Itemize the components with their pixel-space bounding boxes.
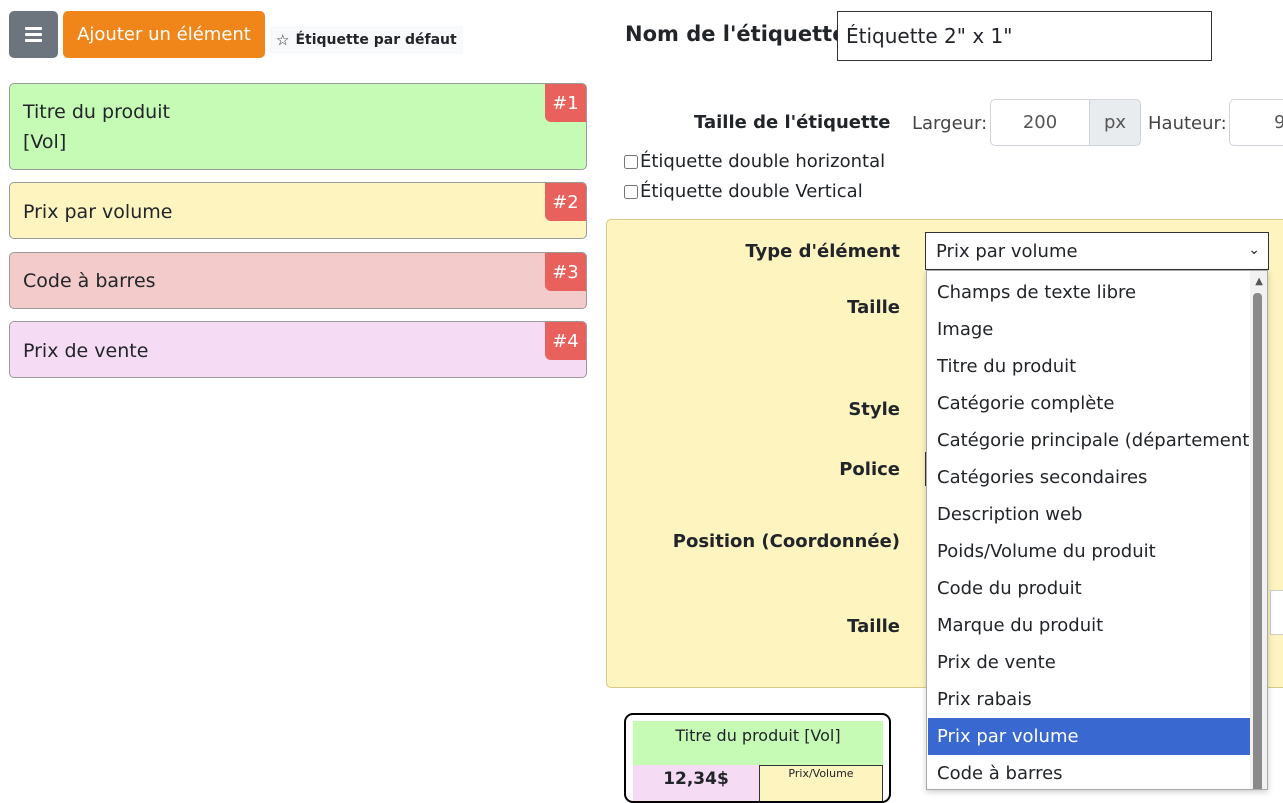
- dropdown-option[interactable]: Catégorie principale (département): [928, 422, 1256, 459]
- dropdown-option[interactable]: Prix rabais: [928, 681, 1250, 718]
- style-label: Style: [848, 399, 900, 420]
- double-vertical-option[interactable]: Étiquette double Vertical: [624, 181, 863, 202]
- double-horizontal-label: Étiquette double horizontal: [640, 151, 886, 172]
- position-label: Position (Coordonnée): [672, 531, 900, 552]
- default-label-button[interactable]: ☆ Étiquette par défaut: [270, 26, 463, 54]
- double-vertical-label: Étiquette double Vertical: [640, 181, 863, 202]
- dropdown-option[interactable]: Catégorie complète: [928, 385, 1250, 422]
- scrollbar-thumb[interactable]: [1253, 293, 1262, 789]
- size2-label: Taille: [847, 616, 900, 637]
- default-label-text: Étiquette par défaut: [295, 32, 457, 48]
- position-input[interactable]: [1270, 590, 1283, 635]
- element-card-1[interactable]: Titre du produit [Vol] #1: [9, 83, 587, 170]
- element-card-title: Titre du produit: [23, 101, 170, 123]
- dropdown-option[interactable]: Titre du produit: [928, 348, 1250, 385]
- width-unit-addon: px: [1089, 99, 1141, 146]
- dropdown-option[interactable]: Prix de vente: [928, 644, 1250, 681]
- element-card-subtitle: [Vol]: [23, 131, 67, 153]
- dropdown-option[interactable]: Prix par volume: [928, 718, 1250, 755]
- dropdown-option[interactable]: Code à barres: [928, 755, 1250, 789]
- element-number-badge: #1: [545, 84, 586, 122]
- dropdown-option[interactable]: Poids/Volume du produit: [928, 533, 1250, 570]
- double-vertical-checkbox[interactable]: [624, 184, 638, 199]
- font-label: Police: [839, 459, 900, 480]
- element-card-title: Prix de vente: [23, 340, 149, 362]
- star-outline-icon: ☆: [276, 31, 290, 49]
- menu-button[interactable]: [9, 11, 58, 58]
- element-type-dropdown[interactable]: Champs de texte libre Image Titre du produ…: [926, 270, 1268, 790]
- label-size-label: Taille de l'étiquette: [694, 112, 891, 133]
- preview-price: 12,34$: [633, 765, 759, 801]
- element-type-select[interactable]: Prix par volume ⌄: [925, 232, 1269, 270]
- element-card-title: Code à barres: [23, 270, 156, 292]
- add-element-button[interactable]: Ajouter un élément: [63, 11, 265, 58]
- preview-title: Titre du produit [Vol]: [633, 721, 883, 765]
- element-number-badge: #2: [545, 183, 586, 221]
- preview-volume: Prix/Volume: [759, 765, 883, 801]
- dropdown-option[interactable]: Marque du produit: [928, 607, 1250, 644]
- element-type-value: Prix par volume: [936, 240, 1078, 262]
- width-label: Largeur:: [912, 113, 988, 134]
- label-preview: Titre du produit [Vol] 12,34$ Prix/Volum…: [624, 713, 891, 803]
- dropdown-scrollbar[interactable]: ▲: [1250, 271, 1267, 789]
- element-number-badge: #3: [545, 253, 586, 291]
- width-input[interactable]: [990, 99, 1090, 146]
- double-horizontal-checkbox[interactable]: [624, 154, 638, 169]
- height-label: Hauteur:: [1148, 113, 1227, 134]
- chevron-down-icon: ⌄: [1248, 242, 1260, 258]
- dropdown-option[interactable]: Description web: [928, 496, 1250, 533]
- label-name-input[interactable]: [837, 11, 1212, 61]
- element-number-badge: #4: [545, 322, 586, 360]
- dropdown-option[interactable]: Catégories secondaires: [928, 459, 1250, 496]
- dropdown-option[interactable]: Image: [928, 311, 1250, 348]
- double-horizontal-option[interactable]: Étiquette double horizontal: [624, 151, 885, 172]
- height-input[interactable]: [1229, 99, 1283, 146]
- element-card-2[interactable]: Prix par volume #2: [9, 182, 587, 239]
- label-name-label: Nom de l'étiquette:: [625, 22, 855, 46]
- dropdown-option[interactable]: Code du produit: [928, 570, 1250, 607]
- dropdown-option[interactable]: Champs de texte libre: [928, 274, 1250, 311]
- scroll-up-icon[interactable]: ▲: [1255, 276, 1263, 287]
- size-label: Taille: [847, 297, 900, 318]
- element-card-3[interactable]: Code à barres #3: [9, 252, 587, 309]
- element-card-title: Prix par volume: [23, 201, 173, 223]
- element-type-label: Type d'élément: [745, 241, 900, 262]
- element-card-4[interactable]: Prix de vente #4: [9, 321, 587, 378]
